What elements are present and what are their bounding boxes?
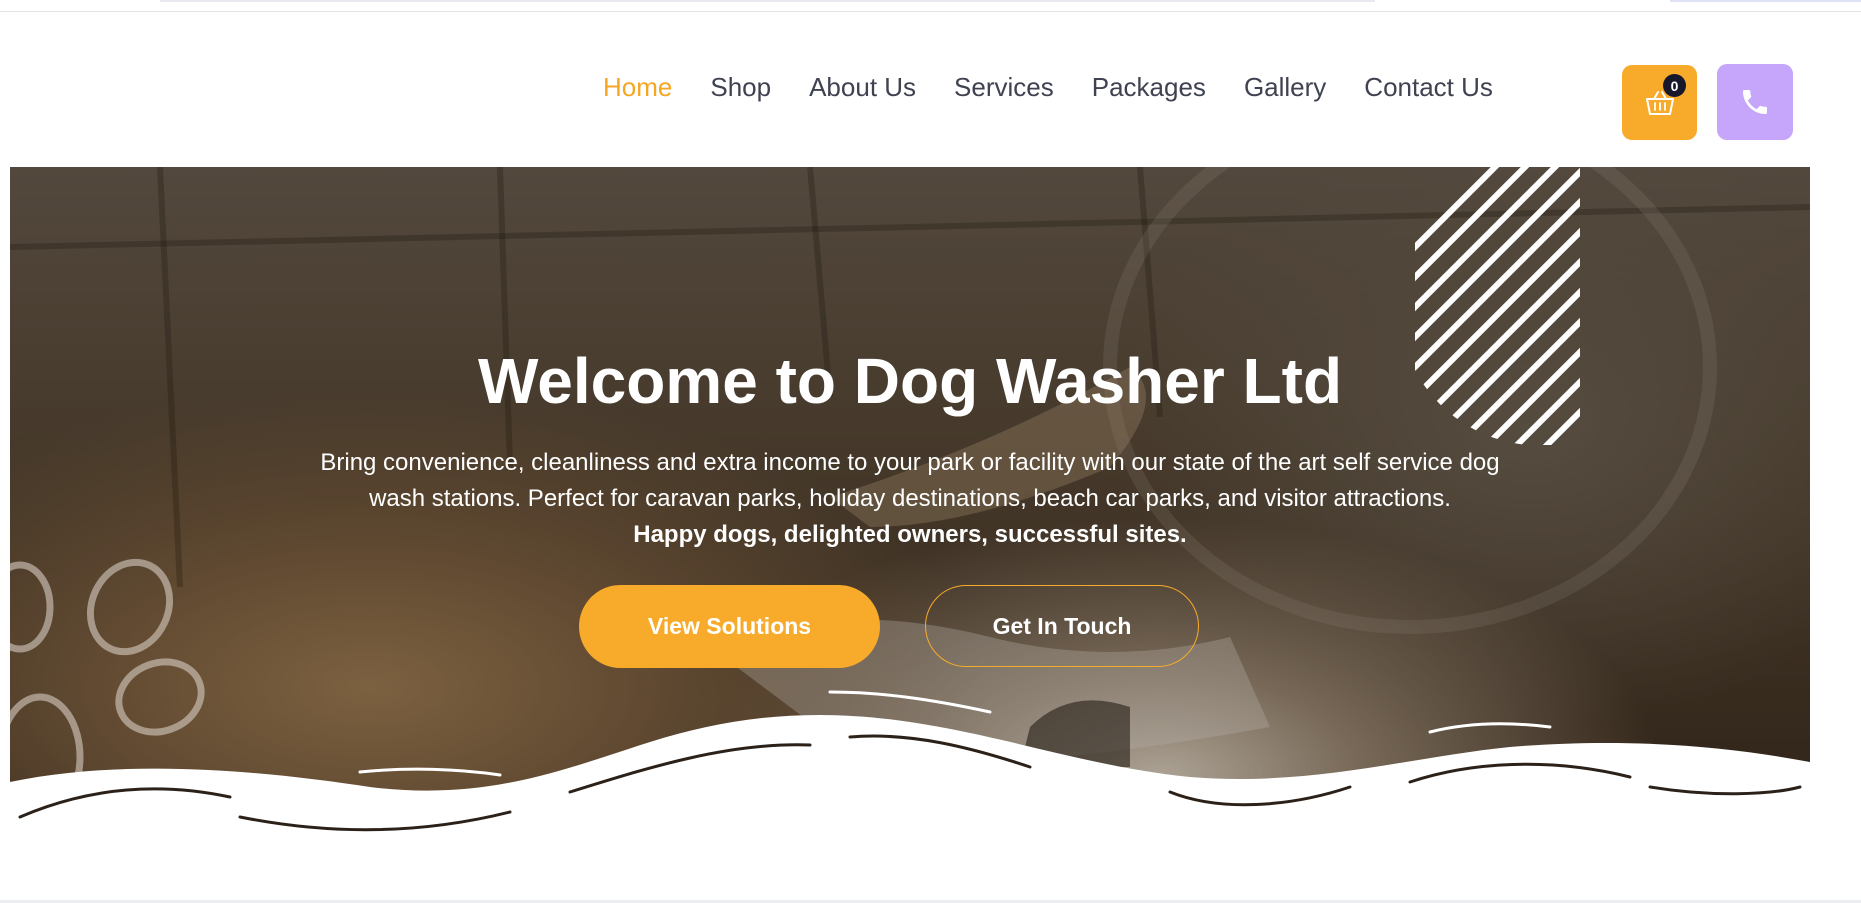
nav-item-contact-us[interactable]: Contact Us <box>1345 72 1512 102</box>
cart-count-badge: 0 <box>1663 74 1686 97</box>
wave-divider <box>10 690 1810 837</box>
top-strip-right <box>1670 0 1861 2</box>
nav-item-shop[interactable]: Shop <box>691 72 790 102</box>
nav-item-services[interactable]: Services <box>935 72 1073 102</box>
site-header: Home Shop About Us Services Packages Gal… <box>0 12 1861 167</box>
main-nav: Home Shop About Us Services Packages Gal… <box>584 72 1512 102</box>
nav-item-home[interactable]: Home <box>584 72 691 102</box>
nav-item-packages[interactable]: Packages <box>1073 72 1225 102</box>
nav-item-gallery[interactable]: Gallery <box>1225 72 1345 102</box>
phone-button[interactable] <box>1717 64 1793 140</box>
phone-icon <box>1743 90 1767 114</box>
top-strip <box>160 0 1375 2</box>
cart-button[interactable]: 0 <box>1622 65 1697 140</box>
get-in-touch-button[interactable]: Get In Touch <box>925 585 1199 667</box>
hero-banner: Welcome to Dog Washer Ltd Bring convenie… <box>10 167 1810 837</box>
nav-item-about-us[interactable]: About Us <box>790 72 935 102</box>
hero-title: Welcome to Dog Washer Ltd <box>477 345 1343 417</box>
hero-tagline: Happy dogs, delighted owners, successful… <box>633 521 1187 548</box>
hero-description: Bring convenience, cleanliness and extra… <box>320 449 1500 512</box>
view-solutions-button[interactable]: View Solutions <box>579 585 880 668</box>
